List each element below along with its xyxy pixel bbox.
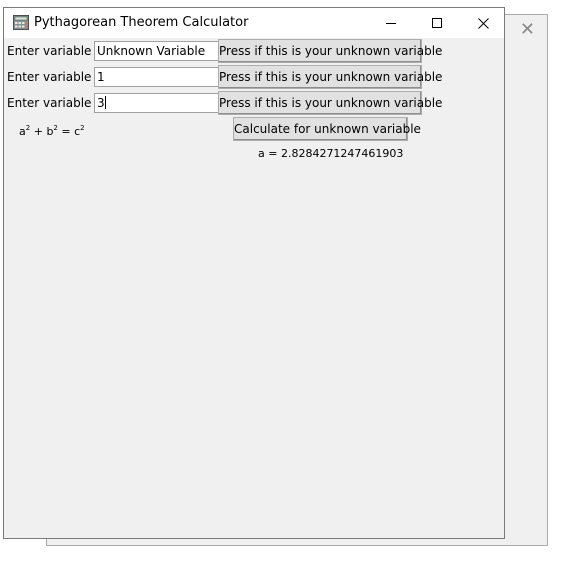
pythagorean-formula: a2 + b2 = c2 — [19, 124, 85, 138]
input-variable-a-value: Unknown Variable — [97, 44, 206, 58]
close-button[interactable] — [460, 8, 506, 38]
unknown-b-button[interactable]: Press if this is your unknown variable — [218, 65, 442, 89]
input-variable-b[interactable]: 1 — [94, 67, 219, 87]
calculator-window: Pythagorean Theorem Calculator Enter var… — [3, 7, 505, 539]
result-label: a = 2.8284271247461903 — [258, 147, 404, 160]
text-caret — [104, 96, 106, 109]
maximize-icon — [432, 18, 442, 28]
background-close-icon[interactable]: ✕ — [520, 21, 535, 39]
minimize-button[interactable] — [368, 8, 414, 38]
label-variable-c: Enter variable c: — [7, 96, 106, 110]
input-variable-a[interactable]: Unknown Variable — [94, 41, 219, 61]
maximize-button[interactable] — [414, 8, 460, 38]
window-title: Pythagorean Theorem Calculator — [34, 15, 249, 30]
input-variable-b-value: 1 — [97, 70, 105, 84]
label-variable-b: Enter variable b: — [7, 70, 107, 84]
calculator-icon — [13, 15, 29, 30]
input-variable-c[interactable]: 3 — [94, 93, 219, 113]
minimize-icon — [386, 23, 396, 24]
unknown-a-button[interactable]: Press if this is your unknown variable — [218, 39, 442, 63]
calculate-button[interactable]: Calculate for unknown variable — [233, 117, 421, 141]
input-variable-c-value: 3 — [97, 96, 105, 110]
title-bar[interactable]: Pythagorean Theorem Calculator — [4, 8, 504, 38]
unknown-c-button[interactable]: Press if this is your unknown variable — [218, 91, 442, 115]
close-icon — [477, 17, 489, 29]
label-variable-a: Enter variable a: — [7, 44, 107, 58]
